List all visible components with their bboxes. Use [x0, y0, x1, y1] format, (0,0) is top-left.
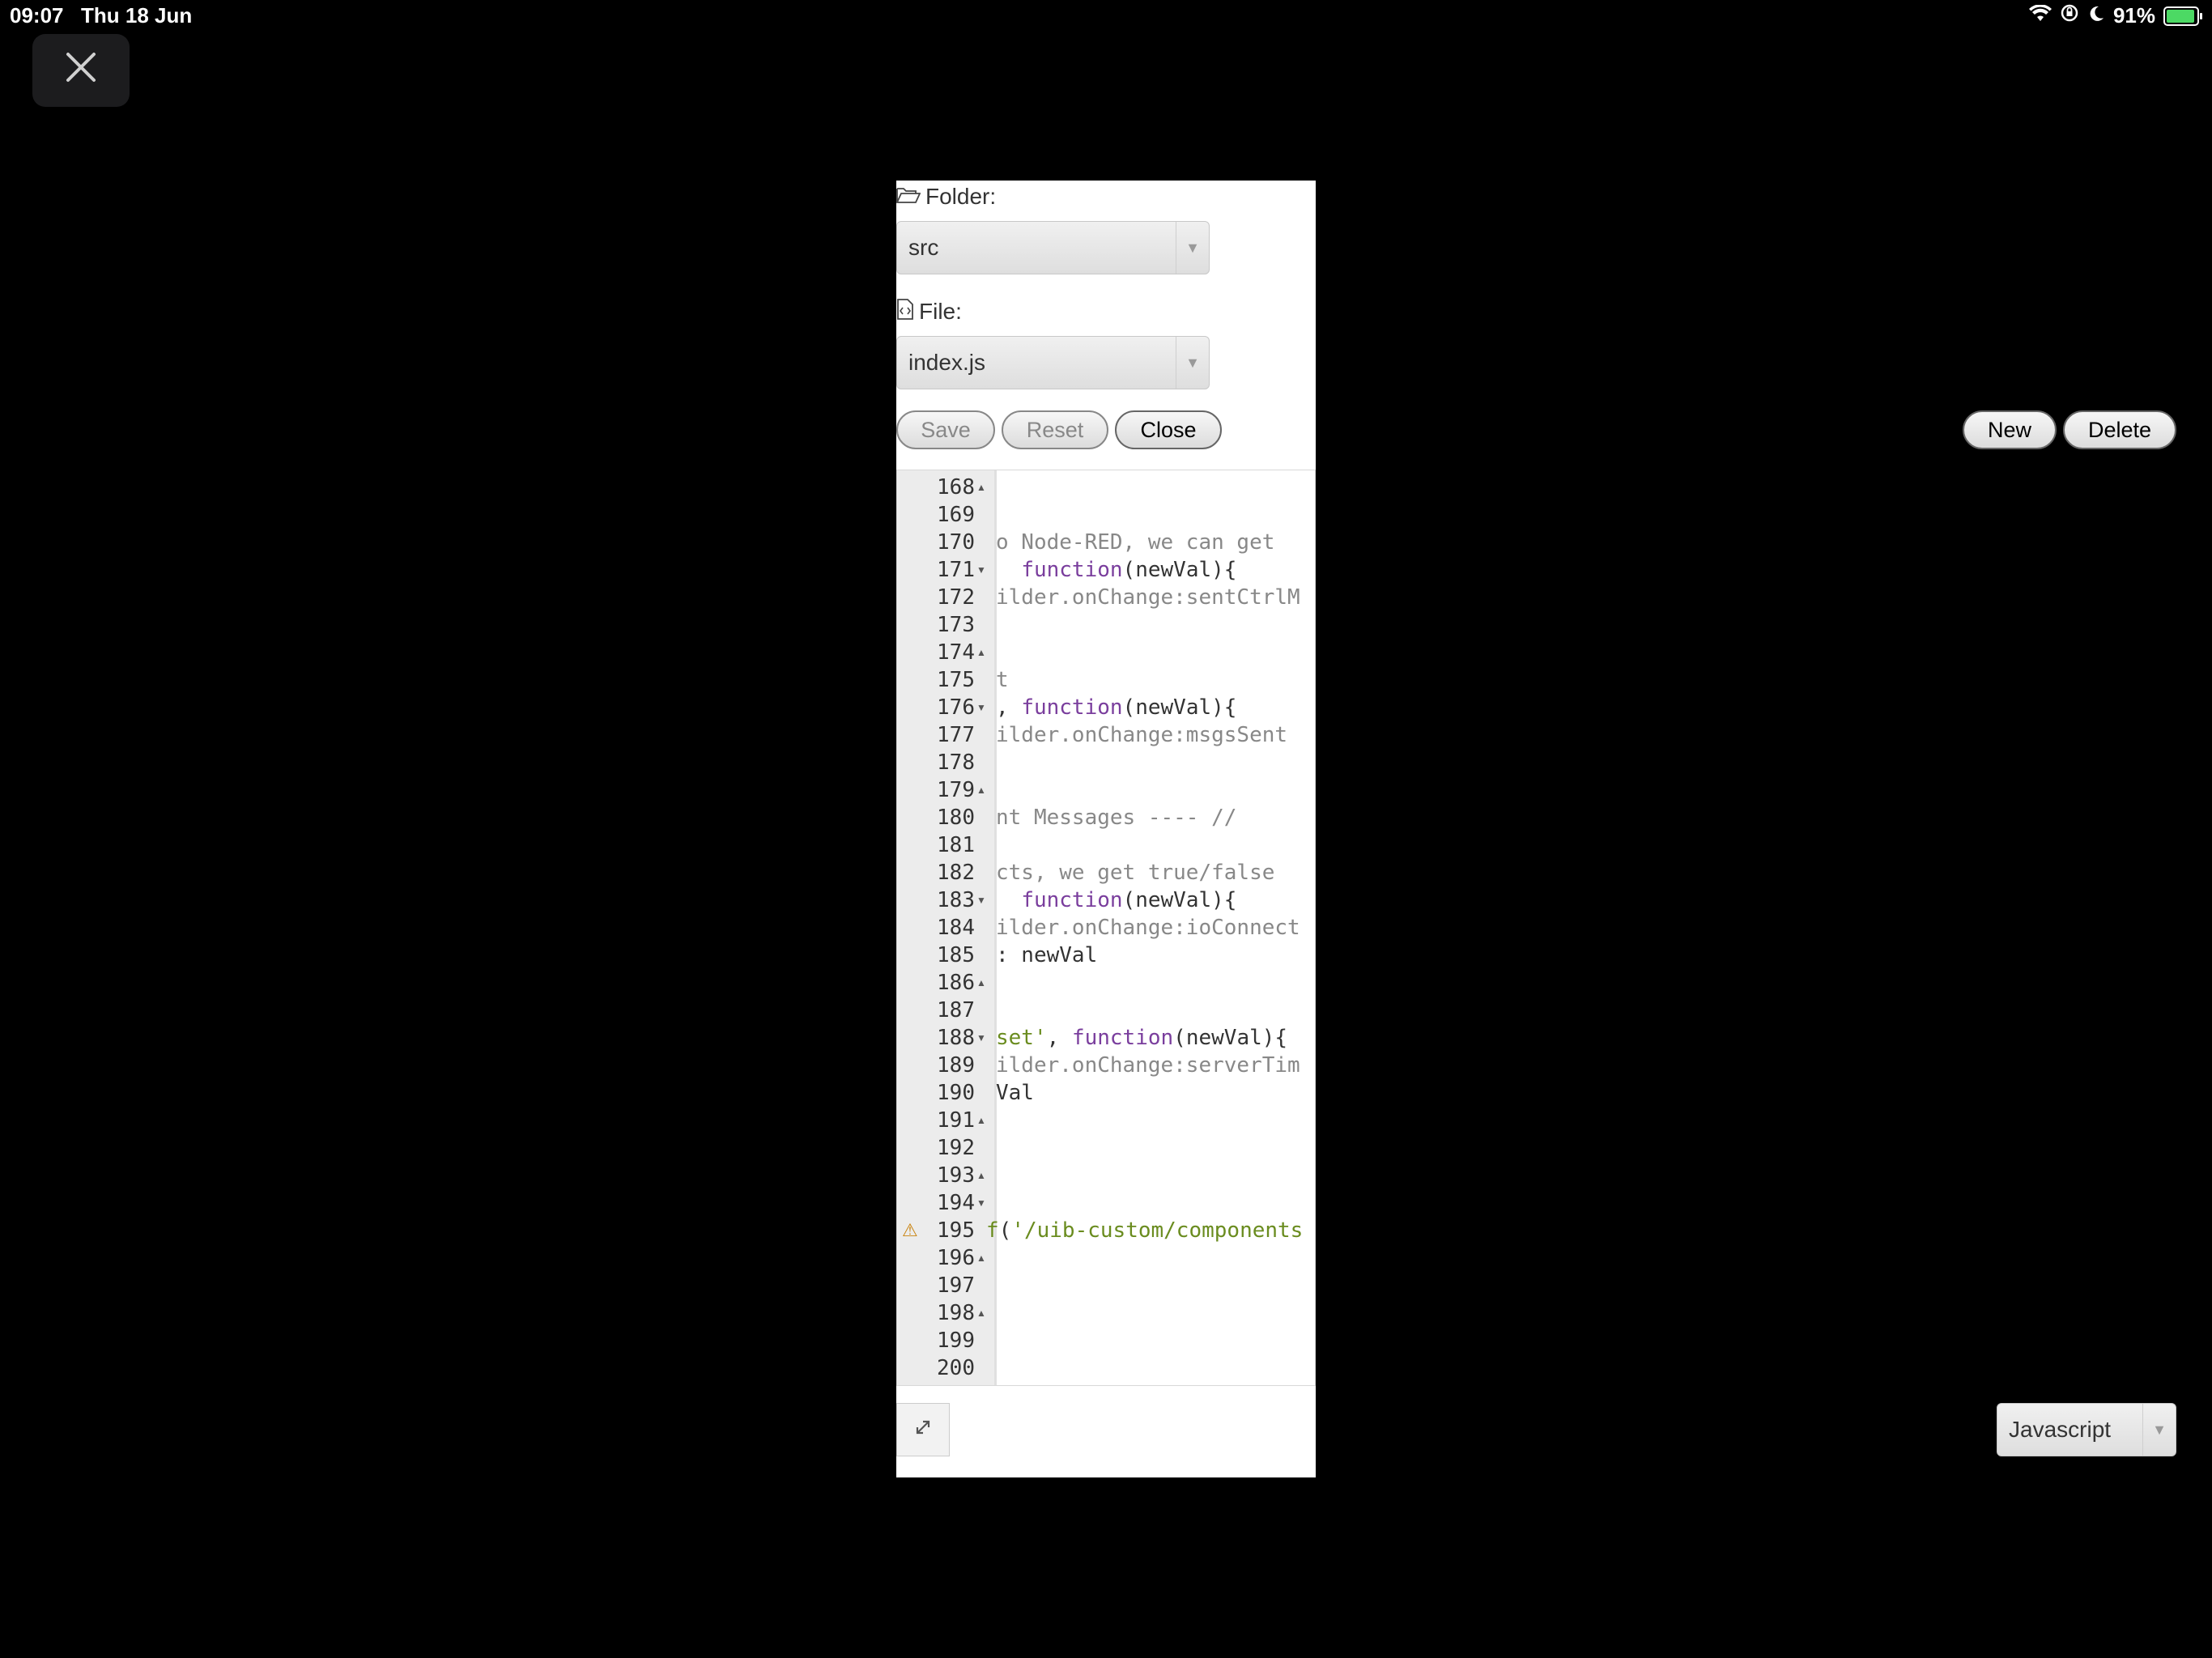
code-line: function(newVal){: [1021, 888, 1237, 912]
warning-icon[interactable]: ⚠: [902, 1220, 918, 1241]
line-number: 193: [937, 1163, 975, 1188]
file-select[interactable]: index.js ▼: [896, 336, 1210, 389]
folder-open-icon: [896, 184, 921, 210]
expand-editor-button[interactable]: [896, 1403, 950, 1456]
line-number: 182: [937, 861, 975, 885]
fold-up-icon[interactable]: ▲: [976, 1307, 1312, 1319]
file-editor-panel: Folder: src ▼ File: index.js ▼ Save Rese…: [896, 181, 1316, 1477]
line-number: 192: [937, 1136, 975, 1160]
chevron-down-icon: ▼: [1176, 337, 1209, 389]
line-number: 194: [937, 1191, 975, 1215]
code-line: ilder.onChange:serverTim: [996, 1053, 1300, 1078]
reset-button[interactable]: Reset: [1002, 410, 1108, 449]
file-select-value: index.js: [908, 350, 985, 375]
fold-up-icon[interactable]: ▲: [976, 1252, 1312, 1264]
code-line: cts, we get true/false: [996, 861, 1288, 885]
wifi-icon: [2028, 3, 2052, 28]
line-number: 181: [937, 833, 975, 857]
language-select[interactable]: Javascript ▼: [1997, 1403, 2176, 1456]
folder-label-text: Folder:: [925, 184, 997, 209]
delete-button[interactable]: Delete: [2063, 410, 2176, 449]
line-number: 183: [937, 888, 975, 912]
line-number: 175: [937, 668, 975, 692]
line-number: 190: [937, 1081, 975, 1105]
line-number: 196: [937, 1246, 975, 1270]
code-line: ilder.onChange:msgsSent: [996, 723, 1288, 747]
line-number: 186: [937, 971, 975, 995]
line-number: 200: [937, 1356, 975, 1380]
orientation-lock-icon: [2060, 3, 2079, 28]
code-line: Val: [996, 1081, 1034, 1105]
fold-up-icon[interactable]: ▲: [976, 1170, 1312, 1181]
line-number: 170: [937, 530, 975, 555]
line-number: 197: [937, 1273, 975, 1298]
line-number: 187: [937, 998, 975, 1022]
fold-up-icon[interactable]: ▲: [976, 784, 1312, 796]
code-editor[interactable]: 168 ▲ 169 170 o Node-RED, we can get 171 ▼ fu…: [896, 470, 1316, 1386]
status-right-group: 91%: [2028, 3, 2202, 28]
chevron-down-icon: ▼: [2142, 1404, 2176, 1456]
code-line: ilder.onChange:ioConnect: [996, 916, 1300, 940]
moon-icon: [2087, 3, 2105, 28]
file-label-text: File:: [919, 299, 962, 324]
line-number: 168: [937, 475, 975, 500]
code-line: , function(newVal){: [996, 695, 1237, 720]
line-number: 174: [937, 640, 975, 665]
fold-up-icon[interactable]: ▲: [976, 647, 1312, 658]
status-bar: 09:07 Thu 18 Jun 91%: [0, 0, 2212, 32]
code-line: : newVal: [996, 943, 1098, 967]
line-number: 169: [937, 503, 975, 527]
code-line: function(newVal){: [1021, 558, 1237, 582]
folder-label: Folder:: [896, 181, 996, 213]
line-number: 176: [937, 695, 975, 720]
expand-icon: [912, 1417, 934, 1443]
line-number: 178: [937, 750, 975, 775]
new-button[interactable]: New: [1963, 410, 2057, 449]
status-time: 09:07: [10, 3, 64, 28]
code-line: nt Messages ---- //: [996, 806, 1237, 830]
fold-up-icon[interactable]: ▲: [976, 977, 1312, 988]
line-number: 177: [937, 723, 975, 747]
code-file-icon: [896, 298, 914, 326]
close-button[interactable]: Close: [1115, 410, 1222, 449]
code-line: t: [996, 668, 1009, 692]
line-number: 198: [937, 1301, 975, 1325]
code-line: o Node-RED, we can get: [996, 530, 1288, 555]
line-number: 188: [937, 1026, 975, 1050]
code-line: set', function(newVal){: [996, 1026, 1288, 1050]
chevron-down-icon: ▼: [1176, 222, 1209, 274]
line-number: 180: [937, 806, 975, 830]
overlay-close-button[interactable]: [32, 34, 130, 107]
line-number: 185: [937, 943, 975, 967]
fold-up-icon[interactable]: ▲: [976, 482, 1312, 493]
status-date: Thu 18 Jun: [81, 3, 193, 28]
save-button[interactable]: Save: [896, 410, 995, 449]
line-number: 172: [937, 585, 975, 610]
fold-down-icon[interactable]: ▼: [976, 1197, 1312, 1209]
code-line: f('/uib-custom/components: [986, 1218, 1304, 1243]
battery-percent: 91%: [2112, 3, 2155, 28]
line-number: 184: [937, 916, 975, 940]
battery-charging-icon: [2163, 6, 2202, 26]
folder-select-value: src: [908, 235, 939, 260]
line-number: 189: [937, 1053, 975, 1078]
fold-up-icon[interactable]: ▲: [976, 1115, 1312, 1126]
language-select-value: Javascript: [2009, 1417, 2112, 1442]
line-number: 179: [937, 778, 975, 802]
file-label: File:: [896, 295, 962, 328]
close-icon: [62, 45, 100, 97]
line-number: 173: [937, 613, 975, 637]
folder-select[interactable]: src ▼: [896, 221, 1210, 274]
line-number: 191: [937, 1108, 975, 1133]
line-number: 199: [937, 1329, 975, 1353]
code-line: ilder.onChange:sentCtrlM: [996, 585, 1300, 610]
line-number: 171: [937, 558, 975, 582]
